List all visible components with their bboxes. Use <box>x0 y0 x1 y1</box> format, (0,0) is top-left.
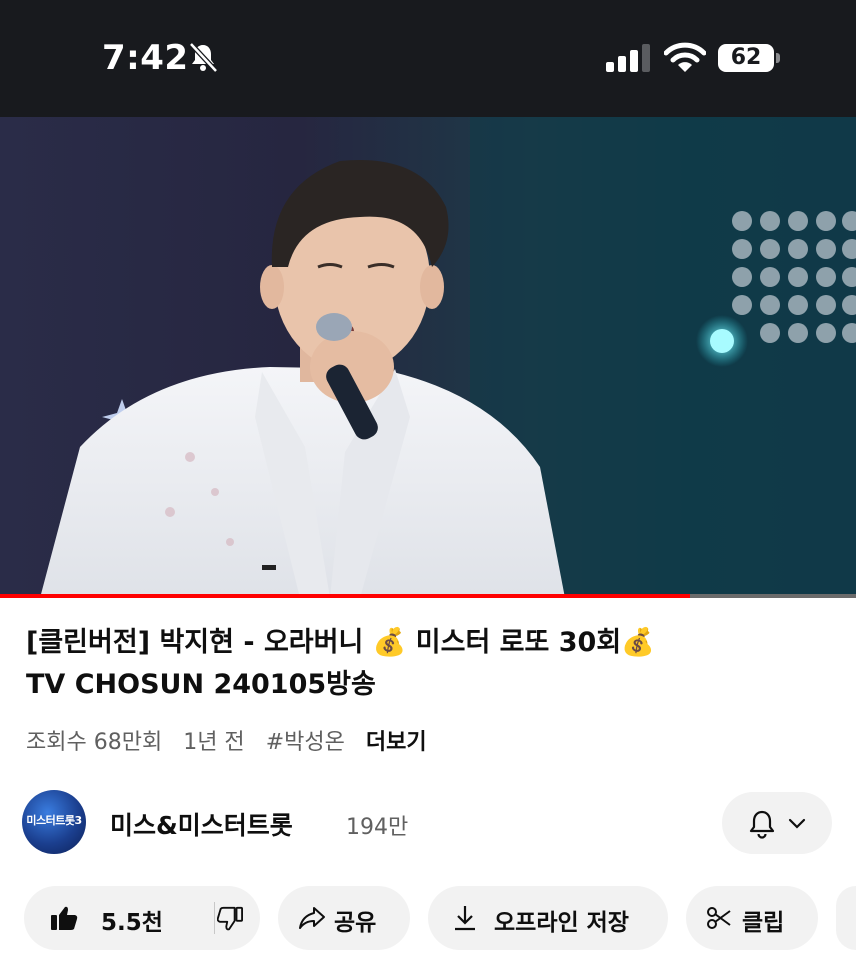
like-button[interactable]: 5.5천 <box>24 886 214 950</box>
title-line2: TV CHOSUN 240105방송 <box>26 669 376 700</box>
battery-tip <box>776 53 780 63</box>
thumbs-down-icon <box>217 906 243 931</box>
clock: 7:42 <box>102 38 189 78</box>
status-bar: 7:42 62 <box>0 0 856 117</box>
video-player[interactable] <box>0 117 856 598</box>
video-title[interactable]: [클린버전] 박지현 - 오라버니 💰 미스터 로또 30회💰 TV CHOSUN… <box>26 622 826 706</box>
more-button[interactable]: 더보기 <box>366 730 427 755</box>
share-button[interactable]: 공유 <box>278 886 410 950</box>
download-button[interactable]: 오프라인 저장 <box>428 886 668 950</box>
progress-fill <box>0 594 690 598</box>
hashtag-link[interactable]: #박성온 <box>266 730 345 755</box>
view-count: 조회수 68만회 <box>26 730 163 755</box>
title-part2: 미스터 로또 30회 <box>406 627 622 658</box>
cellular-signal-icon <box>606 44 650 72</box>
channel-name[interactable]: 미스&미스터트롯 <box>110 806 293 842</box>
title-part1: [클린버전] 박지현 - 오라버니 <box>26 627 373 658</box>
clip-button[interactable]: 클립 <box>686 886 818 950</box>
money-bag-emoji-1: 💰 <box>372 627 407 658</box>
action-bar: 5.5천 공유 오프라인 저장 클립 <box>0 886 856 956</box>
scissors-icon <box>707 907 731 929</box>
more-actions-pill[interactable] <box>836 886 856 950</box>
subscriber-count: 194만 <box>346 815 409 840</box>
video-meta[interactable]: 조회수 68만회 1년 전 #박성온 더보기 <box>26 724 441 756</box>
battery-indicator: 62 <box>718 44 782 74</box>
channel-row: 미스터트롯3 미스&미스터트롯 194만 <box>0 786 856 858</box>
wifi-icon <box>664 42 706 72</box>
avatar-logo-text: 미스터트롯3 <box>26 814 82 827</box>
share-label: 공유 <box>334 910 377 936</box>
like-count: 5.5천 <box>101 910 163 936</box>
video-frame <box>40 117 856 598</box>
upload-age: 1년 전 <box>183 730 245 755</box>
dislike-button[interactable] <box>215 886 260 950</box>
bell-muted-icon <box>189 42 218 73</box>
share-icon <box>299 907 325 929</box>
money-bag-emoji-2: 💰 <box>621 627 655 658</box>
clip-label: 클립 <box>742 910 785 936</box>
channel-avatar[interactable]: 미스터트롯3 <box>22 790 86 854</box>
download-icon <box>455 906 475 931</box>
subscription-bell-button[interactable] <box>722 792 832 854</box>
chevron-down-icon <box>788 818 806 829</box>
like-dislike-pill: 5.5천 <box>24 886 260 950</box>
thumbs-up-icon <box>51 906 78 930</box>
bell-icon <box>749 810 775 839</box>
battery-level: 62 <box>730 45 762 70</box>
download-label: 오프라인 저장 <box>494 910 629 936</box>
